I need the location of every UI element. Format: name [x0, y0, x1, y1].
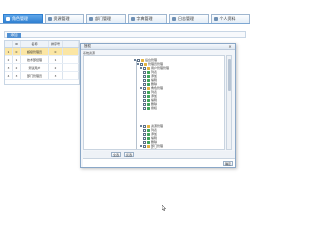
- row-sort: 1: [49, 56, 63, 63]
- tree-checkbox[interactable]: [143, 148, 146, 149]
- department-icon: [89, 17, 93, 21]
- dialog-footer: 全选 反选: [83, 151, 235, 158]
- row-sort: 2: [49, 64, 63, 71]
- row-number: 4: [5, 72, 13, 79]
- row-id: 3: [13, 72, 21, 79]
- page-icon: [147, 148, 150, 149]
- tab-department-management[interactable]: 部门管理: [86, 14, 126, 23]
- grid-header: ID 名称 排序号: [5, 41, 79, 48]
- resource-tree: 后台管理 管理员管理 用户管理管理 列表 添加 编辑 删除 角色管理 列表 添加 编辑 删除 授权 资源管…: [83, 55, 225, 150]
- expand-toggle-icon[interactable]: [140, 145, 142, 147]
- scrollbar-thumb[interactable]: [228, 59, 231, 91]
- tab-label: 资源管理: [53, 16, 70, 21]
- row-spacer: [63, 64, 79, 71]
- table-row[interactable]: 1 0 超级管理员 0: [5, 48, 79, 56]
- tab-label: 个人资料: [219, 16, 236, 21]
- table-row[interactable]: 4 3 部门管理员 3: [5, 72, 79, 80]
- dialog-title: 授权: [81, 44, 235, 50]
- tree-node-label: 授权: [151, 106, 158, 110]
- expand-toggle-icon[interactable]: [137, 63, 139, 65]
- resource-icon: [47, 17, 52, 21]
- page-toolbar: 添加: [4, 31, 246, 38]
- tree-leaf-node[interactable]: 列表: [143, 148, 158, 150]
- close-icon[interactable]: ✕: [228, 45, 232, 49]
- add-button[interactable]: 添加: [7, 33, 21, 38]
- select-all-button[interactable]: 全选: [111, 152, 121, 157]
- tab-profile[interactable]: 个人资料: [210, 14, 250, 23]
- row-number: 2: [5, 56, 13, 63]
- invert-selection-button[interactable]: 反选: [124, 152, 134, 157]
- row-number: 1: [5, 48, 13, 55]
- row-name: 技术部经理: [21, 56, 49, 63]
- grid-col-rownum: [5, 41, 13, 47]
- row-name: 部门管理员: [21, 72, 49, 79]
- profile-icon: [213, 17, 218, 21]
- expand-toggle-icon[interactable]: [140, 87, 142, 89]
- tree-connector-line: [136, 60, 137, 149]
- log-icon: [172, 17, 176, 21]
- grid-col-spacer: [63, 41, 79, 47]
- row-id: 0: [13, 48, 21, 55]
- row-sort: 0: [49, 48, 63, 55]
- row-spacer: [63, 72, 79, 79]
- row-sort: 3: [49, 72, 63, 79]
- expand-toggle-icon[interactable]: [140, 125, 142, 127]
- tab-dictionary-management[interactable]: 字典管理: [127, 14, 167, 23]
- expand-toggle-icon[interactable]: [140, 67, 142, 69]
- row-id: 2: [13, 64, 21, 71]
- grid-col-sort[interactable]: 排序号: [49, 41, 63, 47]
- row-spacer: [63, 48, 79, 55]
- row-number: 3: [5, 64, 13, 71]
- role-icon: [6, 17, 10, 21]
- mouse-cursor-icon: [162, 205, 166, 211]
- row-name: 测试用户: [21, 64, 49, 71]
- tab-label: 角色管理: [12, 16, 28, 21]
- nav-divider: [0, 23, 250, 24]
- tree-leaf-node[interactable]: 授权: [143, 106, 157, 110]
- table-row[interactable]: 3 2 测试用户 2: [5, 64, 79, 72]
- tree-node-label: 列表: [151, 148, 158, 150]
- tab-label: 字典管理: [136, 16, 153, 21]
- dictionary-icon: [130, 17, 135, 21]
- table-row[interactable]: 2 1 技术部经理 1: [5, 56, 79, 64]
- dialog-status-bar: 确定: [83, 158, 235, 167]
- tab-label: 日志管理: [178, 16, 194, 21]
- submit-button[interactable]: 确定: [223, 161, 233, 166]
- top-nav: 角色管理 资源管理 部门管理 字典管理 日志管理 个人资料: [0, 14, 250, 23]
- tab-label: 部门管理: [95, 16, 111, 21]
- grid-col-name[interactable]: 名称: [21, 41, 49, 47]
- tree-checkbox[interactable]: [143, 106, 146, 110]
- authorize-dialog: 授权 ✕ 系统资源 后台管理 管理员管理 用户管理管理 列表 添加 编辑 删除 角色管理 列表添…: [80, 43, 236, 168]
- tab-log-management[interactable]: 日志管理: [169, 14, 209, 23]
- tree-scrollbar[interactable]: [226, 55, 232, 150]
- tab-role-management[interactable]: 角色管理: [3, 14, 43, 23]
- page-icon: [147, 106, 150, 110]
- row-name: 超级管理员: [21, 48, 49, 55]
- grid-col-id[interactable]: ID: [13, 41, 21, 47]
- row-spacer: [63, 56, 79, 63]
- role-grid: ID 名称 排序号 1 0 超级管理员 0 2 1 技术部经理 1 3 2 测试…: [4, 40, 80, 85]
- tab-resource-management[interactable]: 资源管理: [44, 14, 84, 23]
- row-id: 1: [13, 56, 21, 63]
